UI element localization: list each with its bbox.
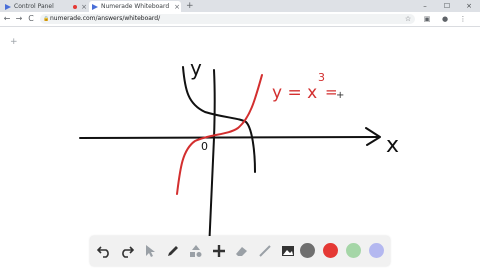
tab-control-panel[interactable]: Control Panel × (2, 1, 88, 12)
drawing-layer: y x 0 y = x 3 = + (79, 56, 399, 251)
whiteboard-canvas[interactable]: + y x 0 y = x 3 = + (0, 27, 480, 270)
tab-strip: Control Panel × Numerade Whiteboard × + … (0, 0, 480, 12)
browser-toolbar: ← → C 🔒 numerade.com/answers/whiteboard/… (0, 12, 480, 27)
close-window-button[interactable]: × (464, 0, 474, 12)
redo-icon[interactable] (117, 241, 137, 261)
origin-label: 0 (201, 140, 208, 153)
url-text: numerade.com/answers/whiteboard/ (50, 15, 161, 22)
tab-close-icon[interactable]: × (173, 3, 181, 11)
image-icon[interactable] (278, 241, 298, 261)
color-green-swatch[interactable] (346, 243, 361, 258)
account-icon[interactable]: ● (440, 13, 450, 25)
tab-close-icon[interactable]: × (80, 3, 88, 11)
new-tab-button[interactable]: + (186, 0, 194, 12)
y-axis-line (208, 69, 216, 251)
tab-label: Control Panel (14, 3, 54, 10)
menu-icon[interactable]: ⋮ (458, 13, 468, 25)
address-bar[interactable]: 🔒 numerade.com/answers/whiteboard/ (40, 14, 415, 24)
equation-label: y = x (272, 83, 317, 103)
x-axis-line (79, 136, 379, 139)
lock-icon: 🔒 (43, 16, 50, 22)
bookmark-star-icon[interactable]: ☆ (403, 13, 413, 25)
line-icon[interactable] (255, 241, 275, 261)
equation-exponent: 3 (318, 71, 325, 84)
color-lavender-swatch[interactable] (369, 243, 384, 258)
color-gray-swatch[interactable] (300, 243, 315, 258)
minimize-button[interactable]: – (420, 0, 430, 12)
tab-label: Numerade Whiteboard (101, 3, 170, 10)
whiteboard-toolbar (90, 236, 390, 266)
color-red-swatch[interactable] (323, 243, 338, 258)
undo-icon[interactable] (94, 241, 114, 261)
back-button[interactable]: ← (2, 13, 12, 25)
cursor-crosshair-icon: + (336, 90, 344, 101)
forward-button[interactable]: → (14, 13, 24, 25)
eraser-icon[interactable] (232, 241, 252, 261)
black-curve (182, 66, 256, 173)
select-icon[interactable] (140, 241, 160, 261)
add-icon[interactable] (209, 241, 229, 261)
control-panel-favicon-icon (5, 3, 11, 10)
maximize-button[interactable]: ☐ (442, 0, 452, 12)
red-curve (176, 74, 263, 195)
numerade-favicon-icon (92, 3, 98, 10)
reload-button[interactable]: C (26, 13, 36, 25)
shapes-icon[interactable] (186, 241, 206, 261)
x-axis-label: x (386, 133, 399, 158)
y-axis-label: y (190, 56, 202, 80)
recording-indicator-icon (73, 4, 77, 9)
tab-numerade-whiteboard[interactable]: Numerade Whiteboard × (89, 1, 181, 12)
pen-icon[interactable] (163, 241, 183, 261)
extension-icon[interactable]: ▣ (422, 13, 432, 25)
